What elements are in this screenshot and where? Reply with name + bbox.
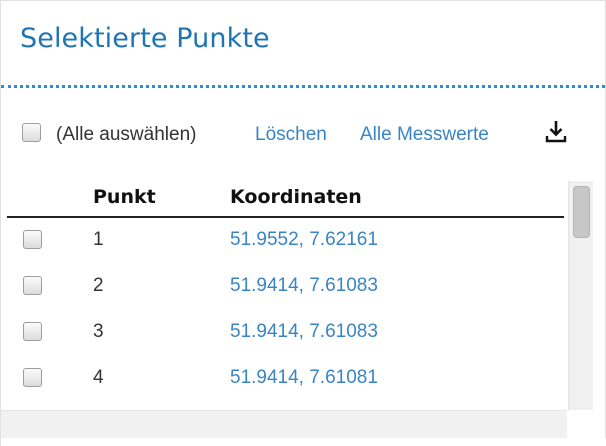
table-body: 1 51.9552, 7.62161 2 51.9414, 7.61083 3 …	[1, 219, 567, 403]
select-all-checkbox[interactable]	[22, 123, 41, 142]
points-table: Punkt Koordinaten 1 51.9552, 7.62161 2 5…	[1, 179, 606, 446]
table-row: 2 51.9414, 7.61083	[1, 265, 567, 311]
scrollbar-thumb[interactable]	[573, 186, 590, 238]
column-header-koordinaten: Koordinaten	[230, 186, 362, 208]
column-header-punkt: Punkt	[93, 186, 156, 208]
vertical-scrollbar[interactable]	[568, 181, 593, 410]
table-row: 1 51.9552, 7.62161	[1, 219, 567, 265]
selected-points-panel: Selektierte Punkte (Alle auswählen) Lösc…	[0, 0, 606, 446]
horizontal-scrollbar-track[interactable]	[1, 410, 567, 438]
point-number: 2	[93, 275, 104, 296]
row-checkbox[interactable]	[23, 322, 42, 341]
point-coordinates-link[interactable]: 51.9414, 7.61083	[230, 321, 378, 343]
all-measurements-link[interactable]: Alle Messwerte	[360, 124, 489, 146]
delete-link[interactable]: Löschen	[255, 124, 327, 146]
panel-title: Selektierte Punkte	[20, 23, 270, 54]
row-checkbox[interactable]	[23, 276, 42, 295]
select-all-label[interactable]: (Alle auswählen)	[56, 124, 196, 146]
download-icon[interactable]	[544, 119, 568, 145]
table-row: 3 51.9414, 7.61083	[1, 311, 567, 357]
toolbar: (Alle auswählen) Löschen Alle Messwerte	[1, 119, 606, 159]
table-header: Punkt Koordinaten	[1, 179, 567, 218]
header-divider	[7, 216, 564, 218]
point-coordinates-link[interactable]: 51.9552, 7.62161	[230, 229, 378, 251]
point-number: 3	[93, 321, 104, 342]
point-coordinates-link[interactable]: 51.9414, 7.61081	[230, 367, 378, 389]
panel-bottom	[1, 438, 606, 446]
point-number: 4	[93, 367, 104, 388]
point-coordinates-link[interactable]: 51.9414, 7.61083	[230, 275, 378, 297]
title-divider	[1, 85, 605, 88]
point-number: 1	[93, 229, 104, 250]
row-checkbox[interactable]	[23, 230, 42, 249]
row-checkbox[interactable]	[23, 368, 42, 387]
table-row: 4 51.9414, 7.61081	[1, 357, 567, 403]
